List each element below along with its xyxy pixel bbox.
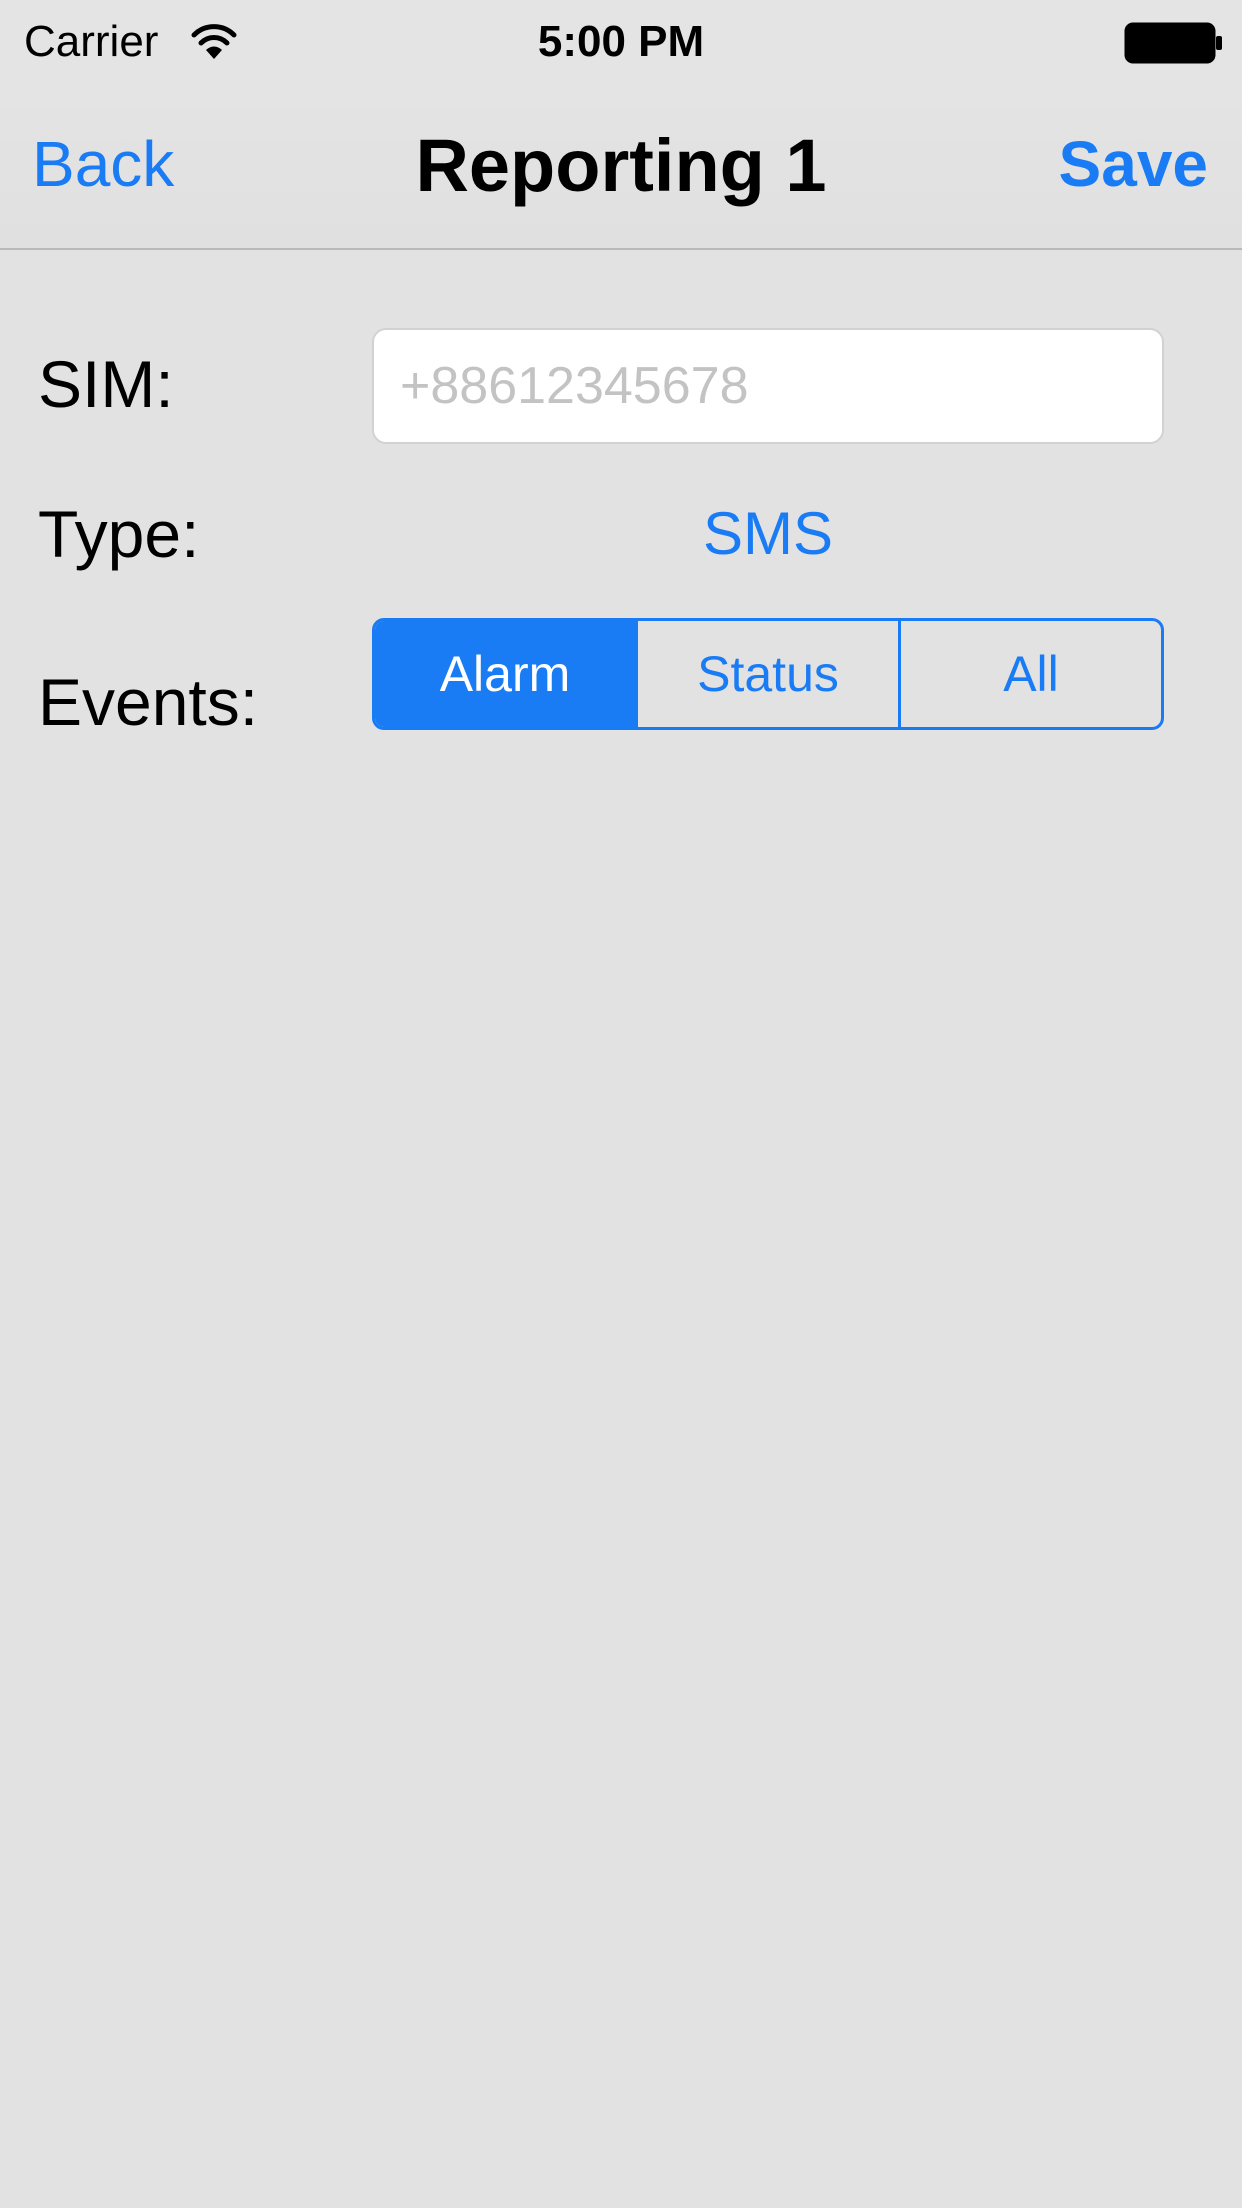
status-bar: Carrier 5:00 PM — [0, 0, 1242, 84]
events-label: Events: — [38, 665, 259, 739]
type-selector[interactable]: SMS — [372, 494, 1164, 574]
sim-label: SIM: — [38, 347, 174, 421]
events-segmented-control: Alarm Status All — [372, 618, 1164, 730]
events-segment-alarm[interactable]: Alarm — [375, 621, 635, 727]
page-title: Reporting 1 — [415, 124, 827, 207]
sim-input[interactable] — [372, 328, 1164, 444]
events-segment-all[interactable]: All — [898, 621, 1161, 727]
events-segment-status[interactable]: Status — [635, 621, 898, 727]
status-time: 5:00 PM — [537, 17, 705, 66]
type-label: Type: — [38, 497, 200, 571]
battery-icon — [1124, 22, 1222, 64]
navigation-bar: Back Reporting 1 Save — [0, 84, 1242, 250]
save-button[interactable]: Save — [1059, 124, 1208, 204]
